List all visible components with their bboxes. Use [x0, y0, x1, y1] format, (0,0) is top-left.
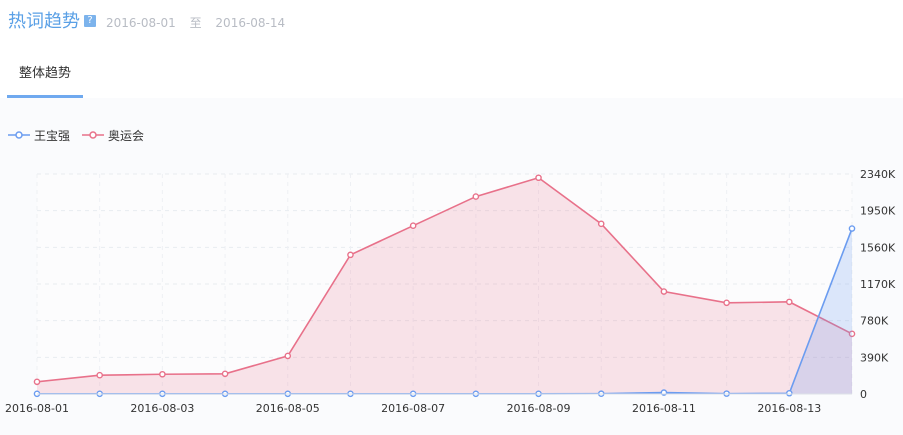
x-tick-label: 2016-08-05: [256, 402, 320, 415]
trend-chart: 0 390K 780K 1170K 1560K 1950K 2340K 2016-08-01 2…: [5, 168, 896, 415]
x-tick-label: 2016-08-03: [130, 402, 194, 415]
legend-item-wang[interactable]: 王宝强: [8, 127, 70, 144]
x-tick-label: 2016-08-09: [507, 402, 571, 415]
data-point: [409, 222, 417, 230]
y-tick-label: 1560K: [860, 241, 896, 254]
x-tick-label: 2016-08-11: [632, 402, 696, 415]
data-point: [472, 193, 480, 200]
y-tick-label: 1950K: [860, 205, 896, 218]
y-tick-label: 780K: [860, 315, 889, 328]
x-tick-label: 2016-08-01: [5, 402, 69, 415]
data-point: [33, 378, 41, 386]
data-point: [347, 251, 354, 259]
x-tick-label: 2016-08-13: [757, 402, 821, 415]
y-tick-label: 1170K: [860, 278, 896, 291]
legend-marker-icon: [8, 131, 30, 139]
legend-marker-icon: [82, 131, 105, 139]
data-point: [535, 174, 542, 182]
y-tick-label: 390K: [860, 351, 889, 364]
data-point: [221, 370, 229, 378]
legend: 王宝强 奥运会: [8, 127, 156, 143]
data-point: [284, 352, 292, 360]
y-tick-label: 2340K: [860, 168, 896, 181]
data-point: [96, 371, 103, 379]
legend-label-ao: 奥运会: [108, 128, 145, 143]
data-point: [723, 299, 730, 307]
data-point: [786, 389, 793, 397]
data-point: [597, 220, 605, 228]
legend-item-ao[interactable]: 奥运会: [82, 127, 144, 144]
data-point: [786, 298, 793, 306]
data-point: [159, 370, 166, 378]
data-point: [660, 288, 668, 295]
y-tick-label: 0: [860, 388, 867, 401]
data-point: [848, 225, 856, 232]
x-tick-label: 2016-08-07: [381, 402, 445, 415]
legend-label-wang: 王宝强: [34, 128, 71, 143]
